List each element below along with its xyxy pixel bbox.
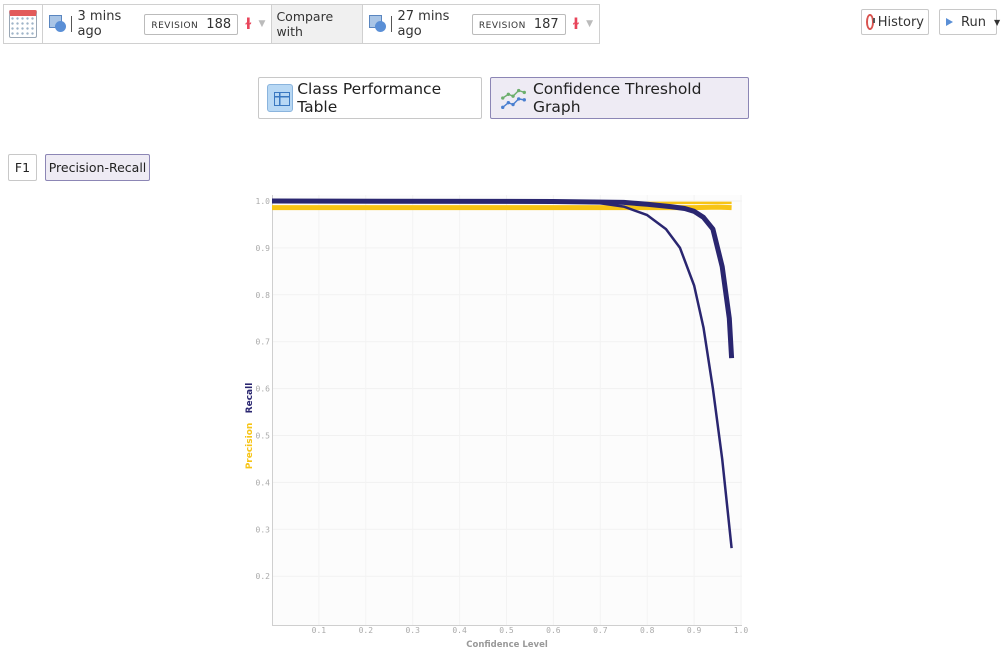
x-tick-label: 0.3 bbox=[405, 626, 420, 635]
y-tick-label: 0.6 bbox=[256, 385, 271, 394]
y-tick-label: 0.4 bbox=[256, 478, 271, 487]
y-tick-label: 0.3 bbox=[256, 525, 271, 534]
x-tick-label: 0.1 bbox=[312, 626, 327, 635]
x-tick-labels: 0.1 0.2 0.3 0.4 0.5 0.6 0.7 0.8 0.9 1.0 bbox=[312, 626, 749, 635]
x-tick-label: 0.7 bbox=[593, 626, 608, 635]
y-tick-label: 1.0 bbox=[256, 197, 271, 206]
y-tick-labels: 1.0 0.9 0.8 0.7 0.6 0.5 0.4 0.3 0.2 bbox=[256, 197, 271, 581]
x-tick-label: 0.4 bbox=[452, 626, 467, 635]
y-tick-label: 0.9 bbox=[256, 244, 271, 253]
x-tick-label: 0.9 bbox=[687, 626, 702, 635]
x-tick-label: 0.2 bbox=[359, 626, 374, 635]
x-tick-label: 0.6 bbox=[546, 626, 561, 635]
confidence-threshold-chart: 1.0 0.9 0.8 0.7 0.6 0.5 0.4 0.3 0.2 0.1 0.2 0.3 0.4… bbox=[245, 195, 749, 650]
y-tick-label: 0.2 bbox=[256, 572, 271, 581]
x-tick-label: 1.0 bbox=[734, 626, 749, 635]
x-tick-label: 0.8 bbox=[640, 626, 655, 635]
y-tick-label: 0.8 bbox=[256, 291, 271, 300]
y-tick-label: 0.7 bbox=[256, 338, 271, 347]
x-axis-title: Confidence Level bbox=[466, 640, 548, 650]
x-tick-label: 0.5 bbox=[499, 626, 514, 635]
y-axis-title-precision: Precision bbox=[245, 423, 255, 470]
y-tick-label: 0.5 bbox=[256, 432, 271, 441]
y-axis-title-recall: Recall bbox=[245, 383, 255, 414]
